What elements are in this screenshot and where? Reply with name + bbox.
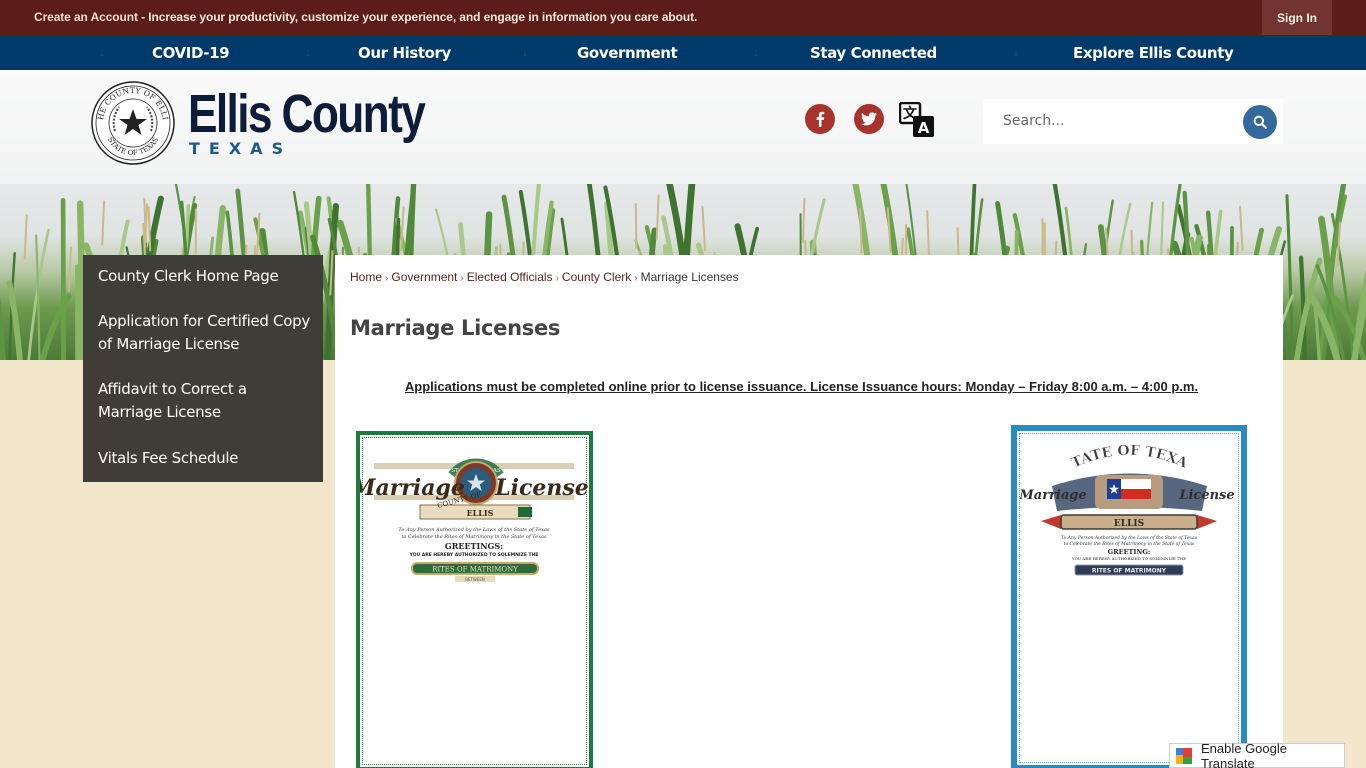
- issuance-notice: Applications must be completed online pr…: [404, 379, 1199, 394]
- svg-text:to Celebrate the Rites of Matr: to Celebrate the Rites of Matrimony in t…: [401, 534, 547, 540]
- page-title: Marriage Licenses: [350, 316, 561, 340]
- nav-item-covid-19[interactable]: COVID-19: [152, 35, 230, 70]
- breadcrumb-current: Marriage Licenses: [640, 270, 739, 284]
- corn-tassel: [1238, 205, 1244, 251]
- corn-leaf: [1285, 194, 1294, 360]
- marriage-license-blue-image[interactable]: STATE OF TEXAS Marriage License ELLIS To…: [1011, 419, 1247, 768]
- corn-tassel: [801, 198, 806, 244]
- nav-item-our-history[interactable]: Our History: [358, 35, 451, 70]
- corn-tassel: [655, 194, 660, 240]
- breadcrumb-elected-officials[interactable]: Elected Officials: [467, 270, 553, 284]
- google-translate-button[interactable]: Enable Google Translate: [1169, 740, 1345, 768]
- corn-tassel: [101, 200, 106, 246]
- search-button[interactable]: [1243, 105, 1277, 139]
- facebook-button[interactable]: [805, 104, 835, 134]
- corn-tassel: [926, 210, 931, 256]
- svg-text:A: A: [918, 119, 930, 137]
- marriage-license-green-image[interactable]: STATE OF TEXAS STATE OF TEXAS Marriage L…: [350, 431, 593, 768]
- search-icon: [1253, 115, 1267, 129]
- sidebar-item-affidavit-correct[interactable]: Affidavit to Correct a Marriage License: [98, 378, 313, 424]
- breadcrumb-separator: ›: [634, 273, 638, 284]
- breadcrumb-separator: ›: [555, 273, 559, 284]
- nav-item-government[interactable]: Government: [577, 35, 678, 70]
- green-certificate-artwork: STATE OF TEXAS STATE OF TEXAS Marriage L…: [350, 458, 589, 582]
- corn-tassel: [67, 246, 73, 292]
- breadcrumb-home[interactable]: Home: [350, 270, 382, 284]
- main-nav: ↓ COVID-19 ↓ Our History ↓ Government ↓ …: [0, 35, 1366, 70]
- svg-text:to Celebrate the Rites of Matr: to Celebrate the Rites of Matrimony in t…: [1064, 541, 1195, 547]
- svg-text:STATE OF TEXAS: STATE OF TEXAS: [1017, 431, 1191, 472]
- breadcrumb-separator: ›: [385, 273, 389, 284]
- breadcrumb-county-clerk[interactable]: County Clerk: [562, 270, 631, 284]
- corn-tassel: [634, 203, 638, 249]
- nav-arrow-icon: ↓: [1012, 44, 1020, 59]
- google-translate-icon: [1175, 747, 1192, 764]
- google-translate-label: Enable Google Translate: [1200, 740, 1287, 768]
- svg-text:BETWEEN: BETWEEN: [465, 577, 485, 582]
- nav-arrow-icon: ↓: [98, 44, 106, 59]
- account-bar: Create an Account - Increase your produc…: [0, 0, 1366, 35]
- search-input[interactable]: [1003, 110, 1223, 132]
- county-seal-logo[interactable]: THE COUNTY OF ELLIS STATE OF TEXAS: [91, 81, 175, 165]
- nav-arrow-icon: ↓: [752, 44, 760, 59]
- facebook-icon: [816, 111, 825, 127]
- green-greeting: GREETINGS:: [445, 541, 503, 551]
- green-county-name: ELLIS: [467, 508, 494, 518]
- svg-text:To Any Person Authorized by th: To Any Person Authorized by the Laws of …: [398, 527, 550, 533]
- nav-arrow-icon: ↓: [304, 44, 312, 59]
- breadcrumb-government[interactable]: Government: [391, 270, 457, 284]
- sign-in-button[interactable]: Sign In: [1262, 0, 1332, 35]
- sidebar-item-vitals-fee-schedule[interactable]: Vitals Fee Schedule: [98, 447, 313, 470]
- svg-text:YOU ARE HEREBY AUTHORIZED TO S: YOU ARE HEREBY AUTHORIZED TO SOLEMNIZE T…: [1071, 556, 1186, 561]
- green-rites: RITES OF MATRIMONY: [432, 566, 518, 574]
- blue-greeting: GREETING:: [1108, 548, 1151, 556]
- create-account-text: - Increase your productivity, customize …: [137, 10, 698, 24]
- create-account-link[interactable]: Create an Account: [34, 10, 138, 24]
- create-account-message[interactable]: Create an Account - Increase your produc…: [34, 10, 697, 24]
- twitter-icon: [861, 112, 877, 126]
- blue-arc-text: STATE OF TEXAS: [1012, 419, 1191, 472]
- twitter-button[interactable]: [854, 104, 884, 134]
- breadcrumb: Home › Government › Elected Officials › County…: [350, 270, 739, 284]
- nav-item-stay-connected[interactable]: Stay Connected: [810, 35, 937, 70]
- blue-word-marriage: Marriage: [1018, 488, 1086, 503]
- site-title[interactable]: Ellis County: [188, 80, 426, 148]
- corn-tassel: [701, 206, 707, 252]
- sidebar-item-certified-copy-application[interactable]: Application for Certified Copy of Marria…: [98, 310, 313, 356]
- blue-word-license: License: [1178, 488, 1234, 503]
- sidebar-item-county-clerk-home[interactable]: County Clerk Home Page: [98, 265, 313, 288]
- svg-text:YOU ARE HEREBY AUTHORIZED TO S: YOU ARE HEREBY AUTHORIZED TO SOLEMNIZE T…: [409, 552, 539, 558]
- green-word-license: License: [494, 475, 589, 501]
- nav-item-explore-ellis-county[interactable]: Explore Ellis County: [1073, 35, 1234, 70]
- blue-county-name: ELLIS: [1114, 519, 1144, 529]
- corn-tassel: [23, 214, 28, 260]
- svg-text:To Any Person Authorized by th: To Any Person Authorized by the Laws of …: [1061, 535, 1198, 541]
- blue-rites: RITES OF MATRIMONY: [1092, 568, 1167, 575]
- nav-arrow-icon: ↓: [521, 44, 529, 59]
- green-word-marriage: Marriage: [360, 475, 465, 501]
- blue-certificate-artwork: STATE OF TEXAS Marriage License ELLIS To…: [1012, 419, 1235, 576]
- corn-leaf: [0, 295, 6, 360]
- breadcrumb-separator: ›: [460, 273, 464, 284]
- site-subtitle: TEXAS: [189, 139, 293, 158]
- sidebar-nav: County Clerk Home Page Application for C…: [83, 255, 323, 482]
- translate-icon[interactable]: 文 A: [899, 102, 935, 138]
